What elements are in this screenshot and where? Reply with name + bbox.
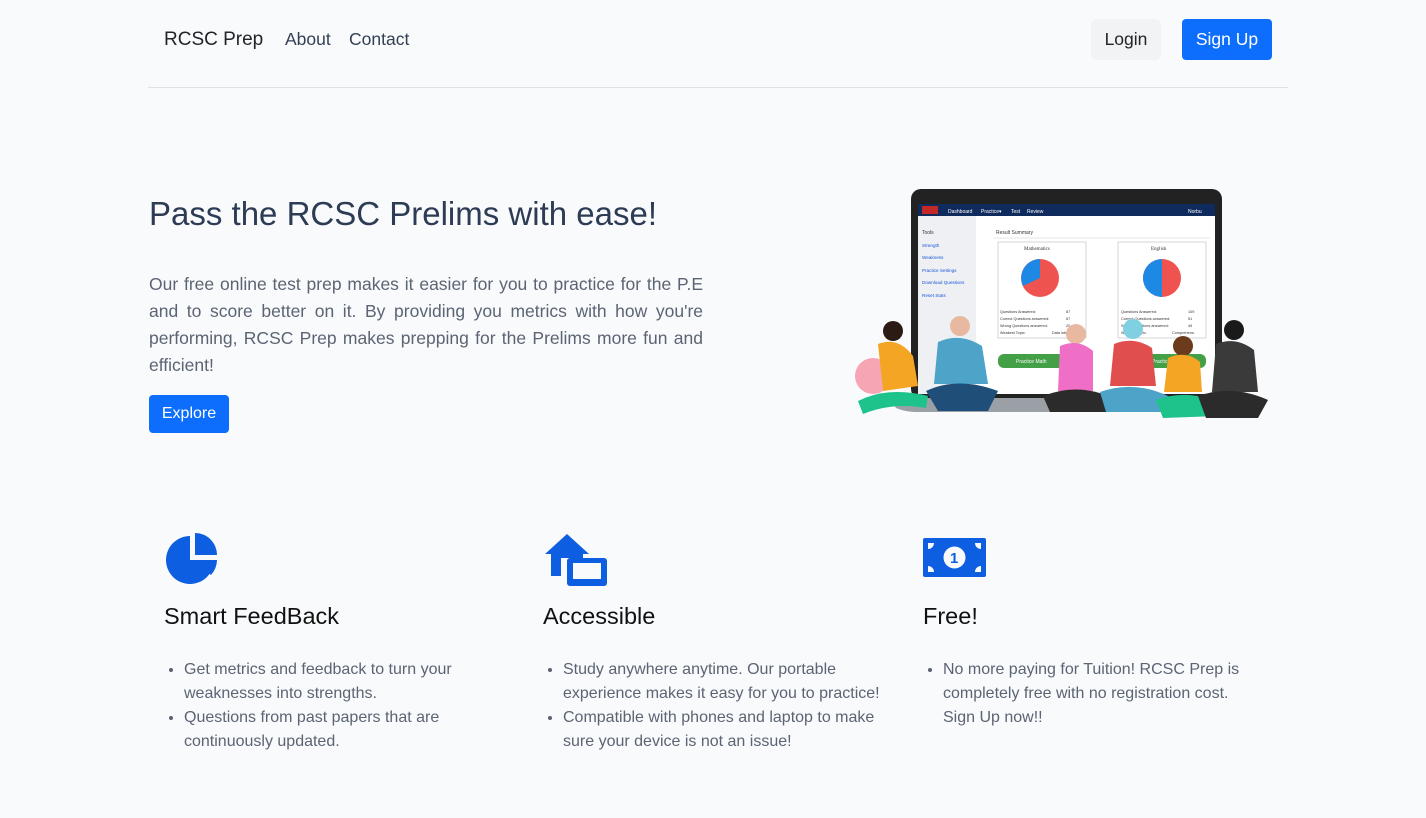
- brand-logo-link[interactable]: RCSC Prep: [164, 29, 263, 51]
- screen-english-row-1: Questions Answered:: [1121, 310, 1157, 314]
- screen-english-row-2-value: 51: [1188, 317, 1192, 321]
- screen-math-subject: Mathematics: [1024, 247, 1050, 252]
- feature-list: Get metrics and feedback to turn your we…: [164, 658, 504, 754]
- hero-description: Our free online test prep makes it easie…: [149, 274, 703, 375]
- screen-logo-icon: [922, 206, 938, 214]
- signup-button[interactable]: Sign Up: [1182, 19, 1272, 60]
- screen-practice-math-label: Practice Math: [1016, 359, 1047, 365]
- screen-math-row-3: Wrong Questions answered:: [1000, 324, 1048, 328]
- screen-user-name: Norbu: [1188, 209, 1202, 215]
- login-button[interactable]: Login: [1091, 19, 1161, 60]
- explore-button[interactable]: Explore: [149, 395, 229, 433]
- nav-link-contact[interactable]: Contact: [349, 29, 409, 50]
- screen-menu-review: Review: [1027, 209, 1044, 215]
- screen-math-row-4: Weakest Topic:: [1000, 331, 1026, 335]
- screen-math-row-1: Questions Answered:: [1000, 310, 1036, 314]
- screen-english-subject: English: [1151, 247, 1167, 252]
- top-navbar: RCSC Prep About Contact Login Sign Up: [148, 0, 1288, 88]
- screen-sidebar-reset: Reset Stats: [922, 293, 946, 298]
- screen-math-row-2: Correct Questions answered:: [1000, 317, 1049, 321]
- screen-math-row-1-value: 87: [1066, 310, 1070, 314]
- hero-title: Pass the RCSC Prelims with ease!: [149, 195, 658, 232]
- money-bill-icon: 1: [923, 538, 986, 577]
- feature-list: Study anywhere anytime. Our portable exp…: [543, 658, 883, 754]
- screen-math-row-2-value: 67: [1066, 317, 1070, 321]
- feature-list-item: Get metrics and feedback to turn your we…: [184, 658, 504, 706]
- house-laptop-icon: [545, 534, 607, 586]
- feature-title: Free!: [923, 603, 978, 629]
- feature-accessible: Accessible Study anywhere anytime. Our p…: [543, 530, 883, 754]
- feature-title: Smart FeedBack: [164, 603, 340, 629]
- feature-smart-feedback: Smart FeedBack Get metrics and feedback …: [164, 530, 504, 754]
- screen-sidebar-strength: Strength: [922, 243, 940, 248]
- feature-list-item: No more paying for Tuition! RCSC Prep is…: [943, 658, 1263, 730]
- screen-menu-practice: Practice▾: [981, 209, 1002, 215]
- feature-list-item: Compatible with phones and laptop to mak…: [563, 706, 883, 754]
- feature-list-item: Study anywhere anytime. Our portable exp…: [563, 658, 883, 706]
- feature-list-item: Questions from past papers that are cont…: [184, 706, 504, 754]
- hero-illustration: Dashboard Practice▾ Test Review Norbu To…: [855, 189, 1268, 418]
- screen-menu-test: Test: [1011, 209, 1021, 215]
- screen-sidebar-settings: Practice Settings: [922, 268, 957, 273]
- svg-text:1: 1: [950, 550, 958, 567]
- screen-sidebar-weakness: Weakness: [922, 255, 944, 260]
- screen-english-row-1-value: 109: [1188, 310, 1194, 314]
- screen-english-row-3-value: 49: [1188, 324, 1192, 328]
- nav-link-about[interactable]: About: [285, 29, 331, 50]
- screen-sidebar-download: Download Questions: [922, 280, 965, 285]
- screen-sidebar-title: Tools: [922, 230, 934, 236]
- feature-list: No more paying for Tuition! RCSC Prep is…: [923, 658, 1263, 730]
- feature-title: Accessible: [543, 603, 656, 629]
- screen-english-row-4-value: Comprehens.: [1172, 331, 1195, 335]
- screen-menu-dashboard: Dashboard: [948, 209, 973, 215]
- screen-result-title: Result Summary: [996, 230, 1033, 236]
- feature-free: 1 Free! No more paying for Tuition! RCSC…: [923, 530, 1263, 730]
- pie-chart-icon: [166, 533, 217, 584]
